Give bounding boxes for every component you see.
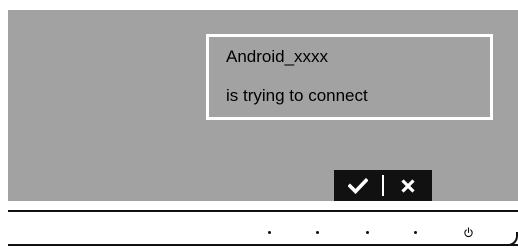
dot-button-icon (413, 230, 417, 234)
monitor: Android_xxxx is trying to connect (0, 0, 518, 248)
dot-button-icon (267, 230, 271, 234)
checkmark-icon (348, 177, 368, 194)
bezel-bottom-line (8, 244, 518, 246)
hardware-button-1[interactable] (259, 222, 279, 242)
hardware-button-4[interactable] (405, 222, 425, 242)
screen: Android_xxxx is trying to connect (8, 10, 518, 201)
connection-message: is trying to connect (226, 86, 368, 105)
bezel-top-line (8, 210, 518, 212)
device-name: Android_xxxx (226, 47, 329, 66)
hardware-button-3[interactable] (357, 222, 377, 242)
power-button[interactable] (458, 222, 478, 242)
accept-button[interactable] (334, 170, 382, 201)
dot-button-icon (315, 230, 319, 234)
power-icon (463, 226, 473, 237)
reject-button[interactable] (384, 170, 432, 201)
connection-notice: Android_xxxx is trying to connect (206, 34, 493, 120)
hardware-button-2[interactable] (307, 222, 327, 242)
action-bar (334, 170, 432, 201)
dot-button-icon (365, 230, 369, 234)
close-icon (401, 178, 415, 193)
